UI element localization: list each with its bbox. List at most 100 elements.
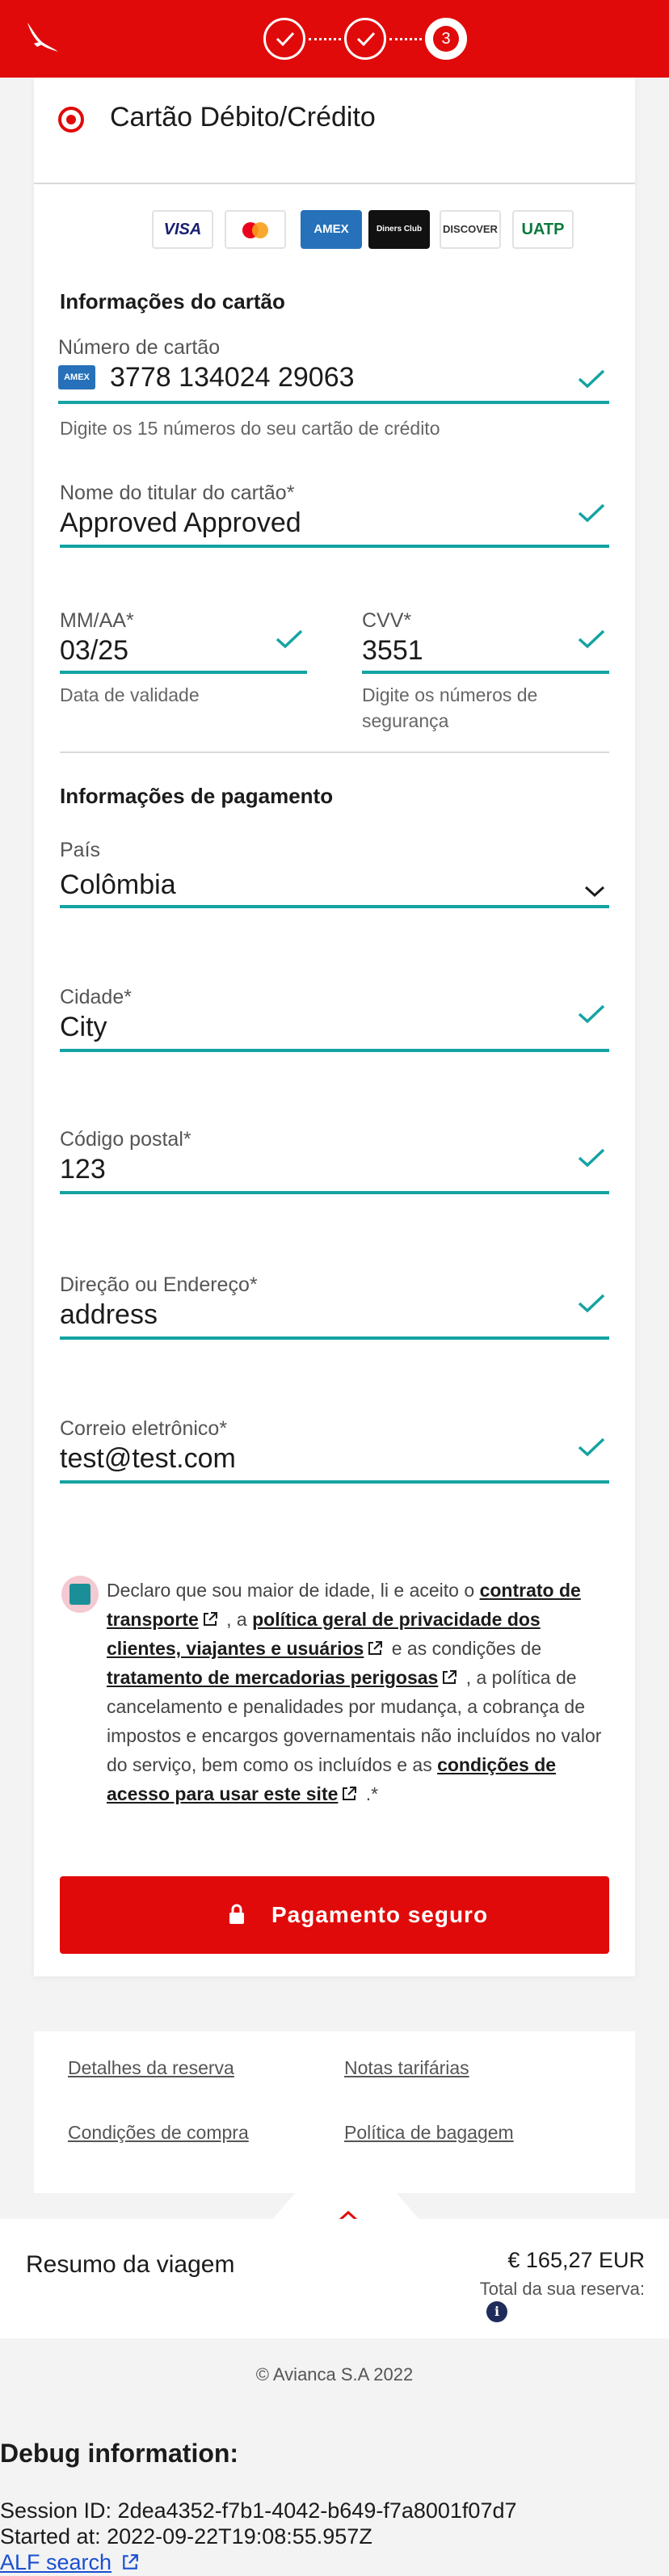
total-label: Total da sua reserva: <box>479 2279 645 2299</box>
progress-stepper: 3 <box>263 18 467 60</box>
total-price: € 165,27 EUR <box>507 2248 645 2272</box>
external-link-icon <box>443 1670 457 1684</box>
secure-payment-button[interactable]: Pagamento seguro <box>60 1876 609 1954</box>
payment-method-title: Cartão Débito/Crédito <box>110 102 376 133</box>
consent-part: .* <box>360 1783 379 1804</box>
mastercard-icon <box>242 222 268 238</box>
card-type-badge: AMEX <box>58 365 95 389</box>
reservation-links: Detalhes da reserva Notas tarifárias Con… <box>34 2031 635 2193</box>
mastercard-logo <box>225 210 286 249</box>
alf-search-link[interactable]: ALF search <box>0 2550 112 2574</box>
check-icon <box>356 32 376 47</box>
field-underline <box>60 1049 609 1052</box>
trip-summary-title: Resumo da viagem <box>26 2251 235 2278</box>
field-underline <box>60 905 609 908</box>
country-value[interactable]: Colômbia <box>60 869 176 901</box>
consent-text: Declaro que sou maior de idade, li e ace… <box>107 1576 608 1808</box>
country-label: País <box>60 839 101 861</box>
consent-part: Declaro que sou maior de idade, li e ace… <box>107 1580 480 1601</box>
valid-check-icon <box>578 1004 605 1024</box>
top-header: 3 <box>0 0 669 78</box>
external-link-icon <box>343 1787 357 1800</box>
uatp-logo: UATP <box>512 210 574 249</box>
step-1-done <box>263 18 305 60</box>
alf-search: ALF search <box>0 2550 142 2575</box>
postal-code-input[interactable]: 123 <box>60 1154 106 1185</box>
payment-info-title: Informações de pagamento <box>60 784 334 808</box>
city-input[interactable]: City <box>60 1012 107 1043</box>
address-field[interactable]: Direção ou Endereço* address <box>60 1273 609 1346</box>
divider <box>60 751 609 753</box>
address-label: Direção ou Endereço* <box>60 1273 258 1296</box>
holder-name-label: Nome do titular do cartão* <box>60 482 295 504</box>
step-3-current: 3 <box>425 18 467 60</box>
external-link-icon <box>203 1612 217 1626</box>
expiry-label: MM/AA* <box>60 609 134 632</box>
divider <box>34 183 635 184</box>
lock-icon <box>229 1904 244 1924</box>
valid-check-icon <box>578 629 605 649</box>
diners-logo: Diners Club <box>368 210 430 249</box>
valid-check-icon <box>276 629 303 649</box>
field-underline <box>58 401 609 404</box>
email-input[interactable]: test@test.com <box>60 1443 236 1475</box>
card-number-label: Número de cartão <box>58 336 221 359</box>
cvv-label: CVV* <box>362 609 412 632</box>
payment-method-radio[interactable] <box>58 107 84 133</box>
external-link-icon <box>122 2554 138 2570</box>
postal-code-field[interactable]: Código postal* 123 <box>60 1128 609 1201</box>
expiry-input[interactable]: 03/25 <box>60 635 128 667</box>
discover-logo: DISCOVER <box>440 210 501 249</box>
field-underline <box>60 671 307 674</box>
amex-logo: AMEX <box>301 210 362 249</box>
country-select[interactable]: País Colômbia <box>60 839 609 911</box>
chevron-down-icon[interactable] <box>583 884 606 899</box>
city-field[interactable]: Cidade* City <box>60 986 609 1059</box>
session-id: Session ID: 2dea4352-f7b1-4042-b649-f7a8… <box>0 2498 517 2523</box>
baggage-policy-link[interactable]: Política de bagagem <box>344 2122 514 2144</box>
started-at: Started at: 2022-09-22T19:08:55.957Z <box>0 2524 372 2549</box>
field-underline <box>60 545 609 548</box>
payment-card: Cartão Débito/Crédito VISA AMEX Diners C… <box>34 78 635 1976</box>
consent-checkbox[interactable] <box>61 1576 99 1613</box>
card-number-field[interactable]: Número de cartão AMEX 3778 134024 29063 … <box>58 336 609 449</box>
external-link-icon <box>368 1641 383 1655</box>
holder-name-input[interactable]: Approved Approved <box>60 507 301 539</box>
consent-part: e as condições de <box>386 1638 542 1659</box>
valid-check-icon <box>578 1294 605 1313</box>
purchase-conditions-link[interactable]: Condições de compra <box>68 2122 249 2144</box>
cvv-input[interactable]: 3551 <box>362 635 423 667</box>
email-field[interactable]: Correio eletrônico* test@test.com <box>60 1417 609 1490</box>
field-underline <box>362 671 609 674</box>
postal-code-label: Código postal* <box>60 1128 191 1151</box>
valid-check-icon <box>578 1148 605 1168</box>
valid-check-icon <box>578 503 605 523</box>
field-underline <box>60 1480 609 1484</box>
checkbox-fill <box>69 1584 90 1605</box>
address-input[interactable]: address <box>60 1299 158 1331</box>
card-info-title: Informações do cartão <box>60 289 285 314</box>
email-label: Correio eletrônico* <box>60 1417 228 1440</box>
debug-panel: Debug information: Session ID: 2dea4352-… <box>0 2414 669 2576</box>
trip-summary-bar: Resumo da viagem € 165,27 EUR Total da s… <box>0 2219 669 2338</box>
check-icon <box>276 32 295 47</box>
holder-name-field[interactable]: Nome do titular do cartão* Approved Appr… <box>60 482 609 554</box>
info-icon[interactable]: i <box>486 2301 507 2322</box>
card-number-help: Digite os 15 números do seu cartão de cr… <box>60 418 440 439</box>
booking-details-link[interactable]: Detalhes da reserva <box>68 2057 234 2079</box>
field-underline <box>60 1191 609 1194</box>
debug-title: Debug information: <box>0 2439 239 2468</box>
step-connector <box>309 38 341 40</box>
copyright: © Avianca S.A 2022 <box>255 2364 414 2384</box>
dangerous-goods-link[interactable]: tratamento de mercadorias perigosas <box>107 1667 438 1688</box>
secure-payment-label: Pagamento seguro <box>271 1902 489 1927</box>
valid-check-icon <box>578 1437 605 1457</box>
card-number-input[interactable]: 3778 134024 29063 <box>110 362 355 394</box>
expiry-field[interactable]: MM/AA* 03/25 Data de validade <box>60 609 307 739</box>
fare-notes-link[interactable]: Notas tarifárias <box>344 2057 469 2079</box>
step-connector <box>389 38 422 40</box>
step-2-done <box>344 18 386 60</box>
cvv-field[interactable]: CVV* 3551 Digite os números de segurança <box>362 609 609 755</box>
visa-logo: VISA <box>152 210 213 249</box>
step-number: 3 <box>433 26 459 52</box>
